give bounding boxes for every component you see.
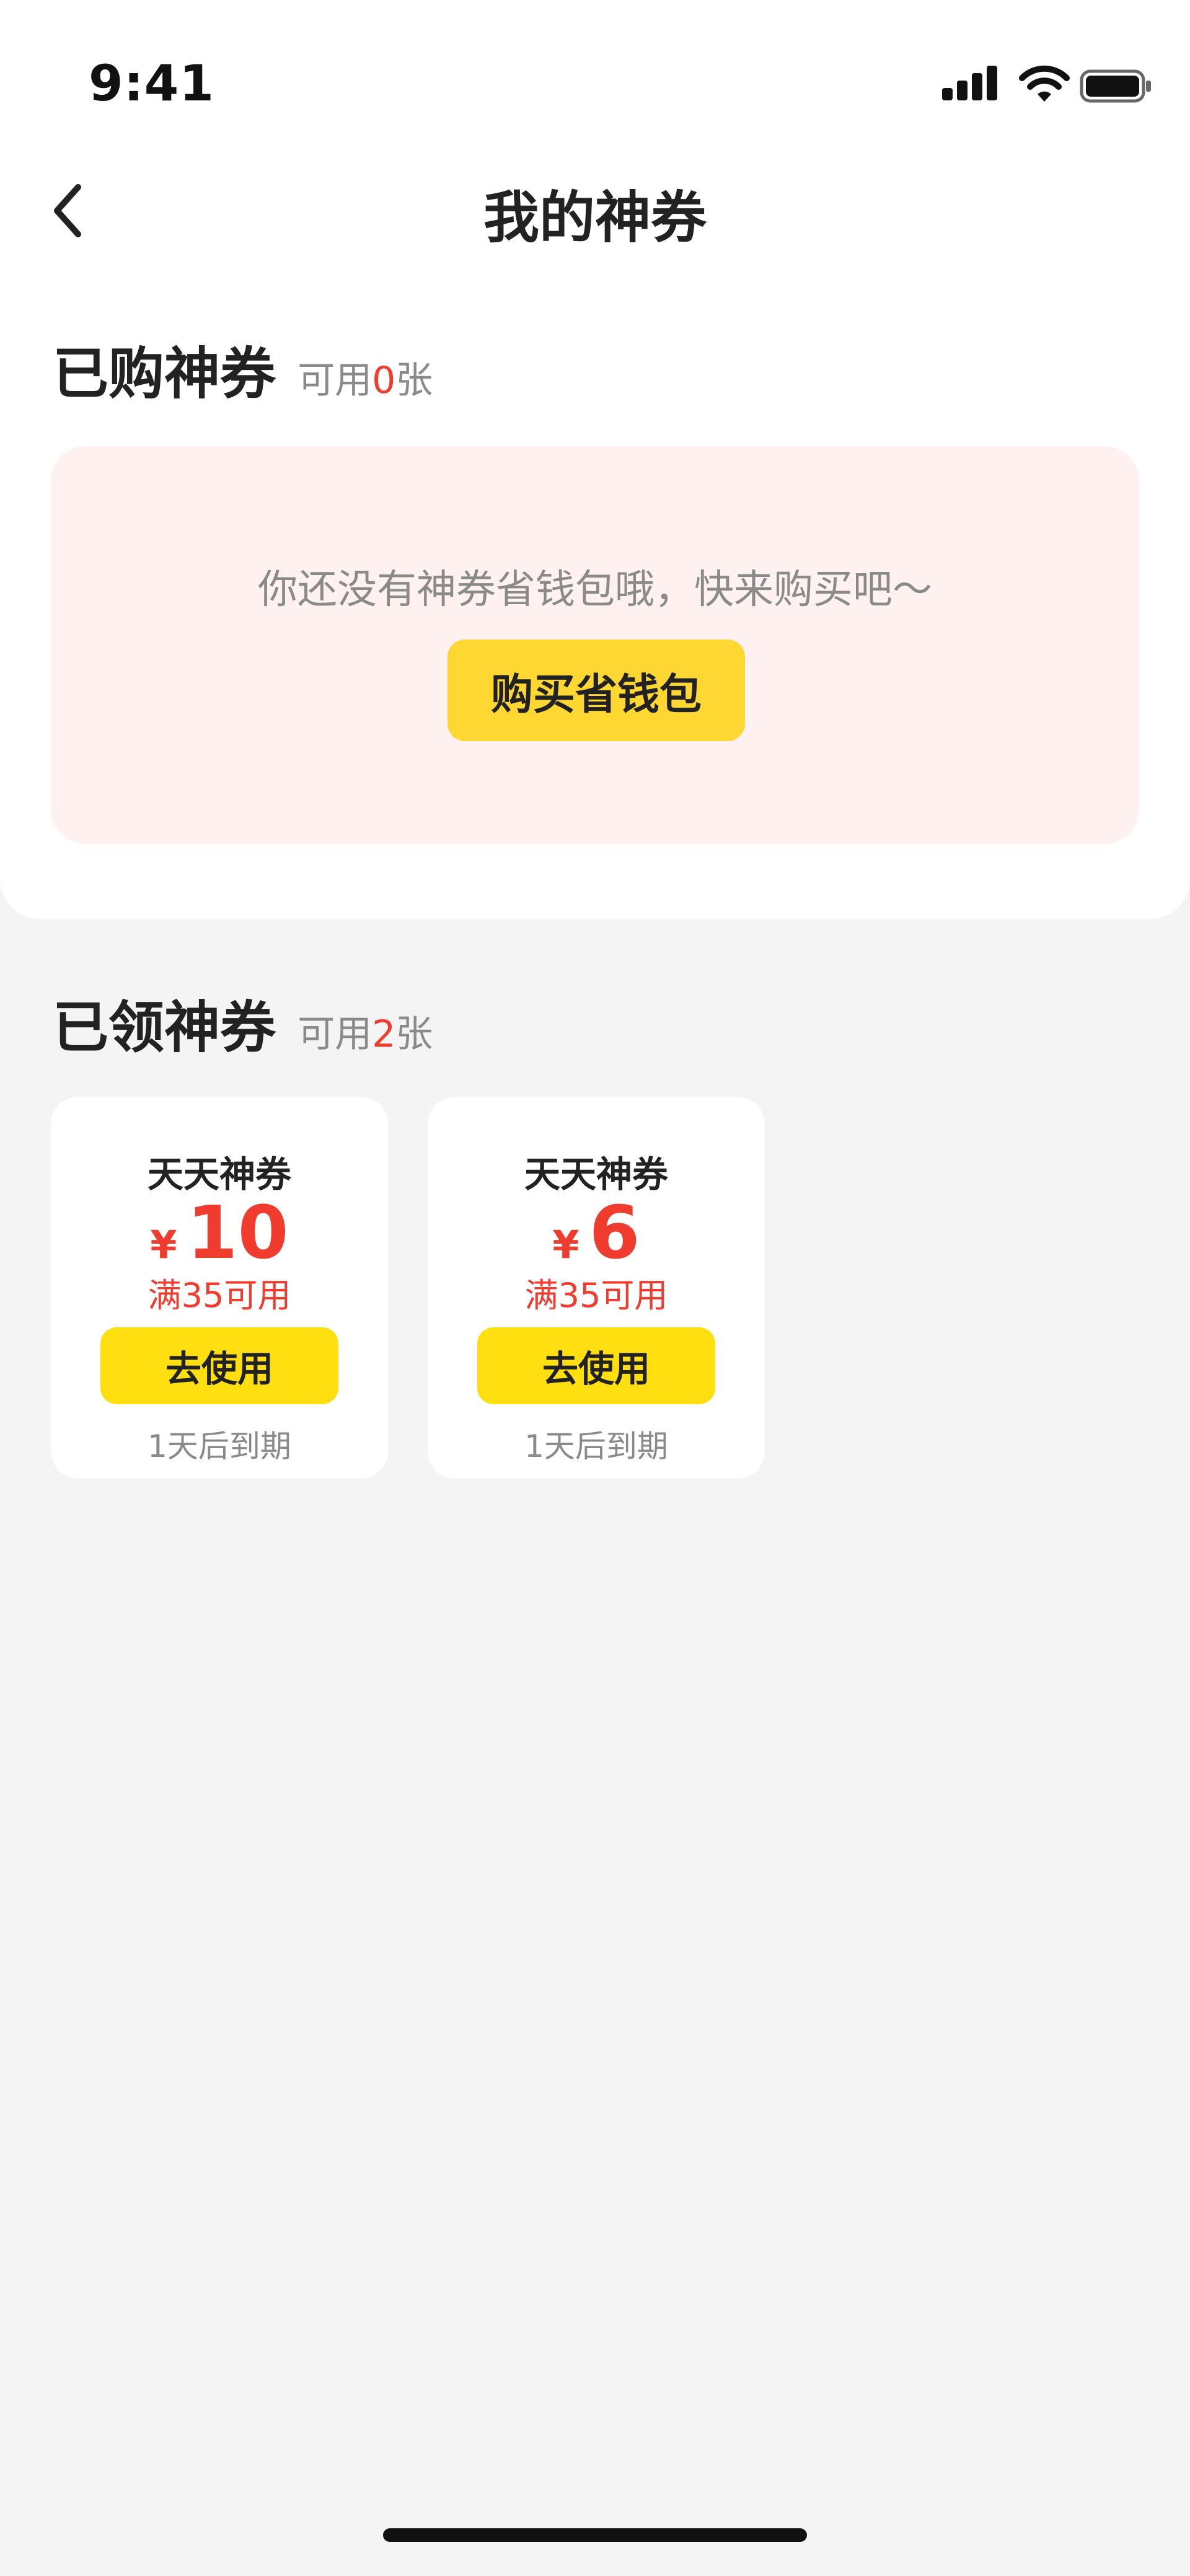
received-count: 可用2张 <box>298 1013 433 1056</box>
coupon-amount-value: 6 <box>589 1190 640 1275</box>
purchased-count: 可用0张 <box>298 359 433 402</box>
purchased-section-title: 已购神券 <box>53 341 276 407</box>
coupon-expiry: 1天后到期 <box>148 1428 291 1464</box>
wifi-icon <box>1019 65 1070 102</box>
coupon-card: 天天神券 ¥6 满35可用 去使用 1天后到期 <box>428 1097 765 1479</box>
purchased-count-number: 0 <box>372 359 396 402</box>
use-coupon-button[interactable]: 去使用 <box>477 1327 715 1404</box>
page-title: 我的神券 <box>483 185 707 250</box>
received-count-number: 2 <box>372 1013 396 1056</box>
received-count-prefix: 可用 <box>298 1013 372 1056</box>
use-coupon-button[interactable]: 去使用 <box>100 1327 338 1404</box>
battery-icon <box>1080 69 1151 103</box>
currency-sign: ¥ <box>150 1222 177 1267</box>
currency-sign: ¥ <box>552 1222 580 1267</box>
empty-state-card: 你还没有神券省钱包哦，快来购买吧～ 购买省钱包 <box>51 446 1139 844</box>
signal-icon <box>942 64 998 104</box>
coupon-condition: 满35可用 <box>524 1276 668 1315</box>
purchased-count-suffix: 张 <box>395 359 433 402</box>
coupon-condition: 满35可用 <box>148 1276 291 1315</box>
purchased-section-header: 已购神券 可用0张 <box>53 328 433 407</box>
purchased-count-prefix: 可用 <box>298 359 372 402</box>
coupon-amount: ¥6 <box>428 1190 765 1275</box>
home-indicator[interactable] <box>383 2528 807 2542</box>
status-time: 9:41 <box>89 55 214 112</box>
received-section-header: 已领神券 可用2张 <box>53 982 433 1060</box>
received-count-suffix: 张 <box>395 1013 433 1056</box>
received-section-title: 已领神券 <box>53 995 276 1060</box>
coupon-amount-value: 10 <box>187 1190 289 1275</box>
buy-savings-pack-button[interactable]: 购买省钱包 <box>447 640 745 741</box>
coupon-amount: ¥10 <box>51 1190 388 1275</box>
coupon-expiry: 1天后到期 <box>524 1428 668 1464</box>
empty-state-text: 你还没有神券省钱包哦，快来购买吧～ <box>258 567 932 613</box>
coupon-card: 天天神券 ¥10 满35可用 去使用 1天后到期 <box>51 1097 388 1479</box>
